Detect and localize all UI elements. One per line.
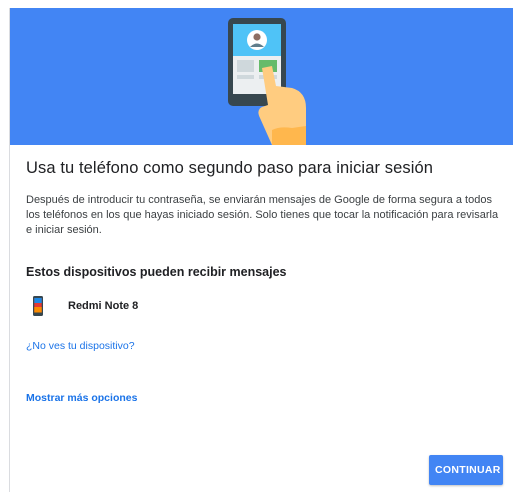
phone-tap-illustration: [228, 18, 306, 145]
devices-heading: Estos dispositivos pueden recibir mensaj…: [26, 265, 287, 279]
security-setup-card: Usa tu teléfono como segundo paso para i…: [9, 8, 513, 492]
device-item: Redmi Note 8: [26, 294, 138, 318]
smartphone-icon: [26, 294, 50, 318]
missing-device-link[interactable]: ¿No ves tu dispositivo?: [26, 340, 135, 352]
hero-banner: [10, 8, 513, 145]
device-name: Redmi Note 8: [68, 300, 139, 312]
page-title: Usa tu teléfono como segundo paso para i…: [26, 159, 434, 177]
more-options-link[interactable]: Mostrar más opciones: [26, 392, 137, 404]
continue-button[interactable]: CONTINUAR: [429, 455, 503, 485]
page-description: Después de introducir tu contraseña, se …: [26, 194, 499, 236]
